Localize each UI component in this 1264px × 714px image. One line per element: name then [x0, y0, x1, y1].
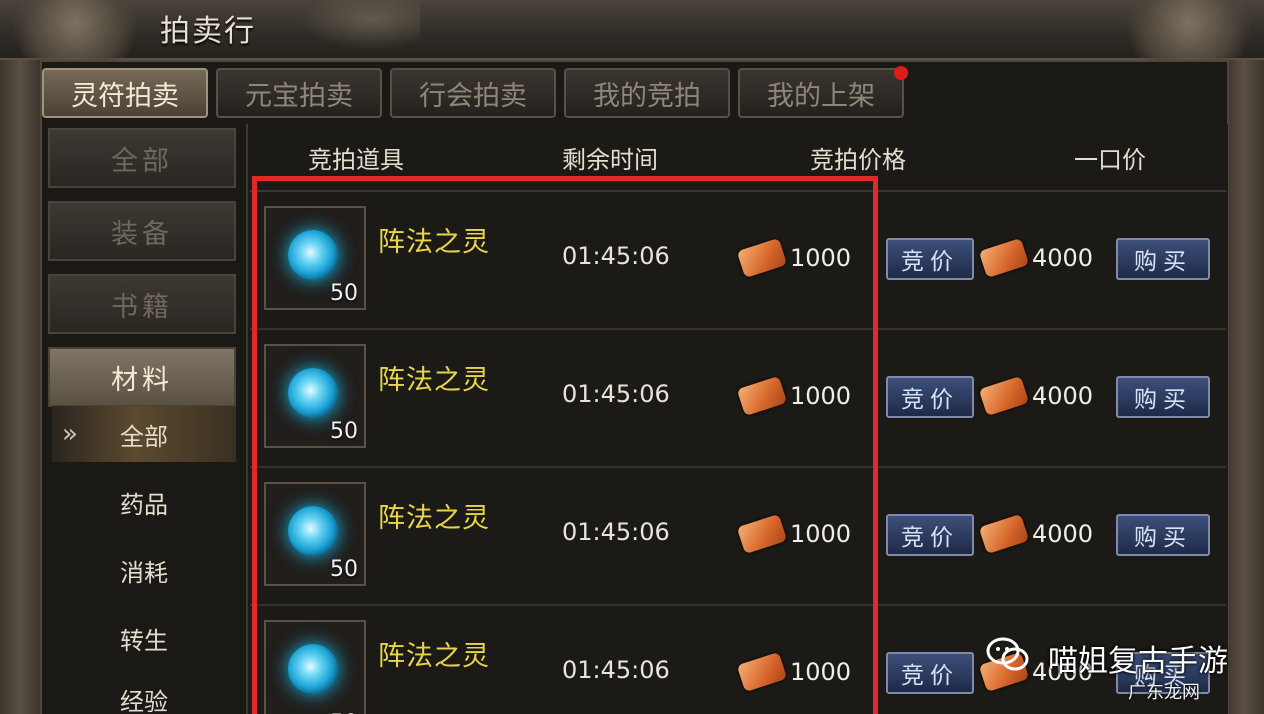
window-title: 拍卖行: [160, 14, 256, 49]
wechat-icon: [986, 637, 1029, 671]
watermark-subtext: 广东龙网: [1128, 682, 1200, 703]
notification-dot: [894, 66, 908, 80]
tab-my-listings[interactable]: 我的上架: [738, 66, 908, 118]
buy-button[interactable]: 购买: [1116, 376, 1210, 418]
subcategory-label: 经验: [120, 688, 168, 714]
bid-button[interactable]: 竞价: [886, 652, 974, 694]
buyout-price: 4000: [1032, 382, 1094, 410]
category-equipment[interactable]: 装备: [48, 201, 236, 261]
tab-my-bids[interactable]: 我的竞拍: [564, 68, 730, 118]
category-label: 装备: [111, 218, 173, 250]
tab-yuanbao-auction[interactable]: 元宝拍卖: [216, 68, 382, 118]
tab-label: 灵符拍卖: [71, 80, 179, 112]
column-header-time: 剩余时间: [562, 146, 658, 174]
bid-button[interactable]: 竞价: [886, 376, 974, 418]
frame-border-right: [1224, 60, 1264, 714]
tab-label: 我的上架: [767, 80, 875, 112]
subcategory-experience[interactable]: 经验: [52, 672, 236, 714]
column-header-bid: 竞拍价格: [810, 146, 906, 174]
category-label: 全部: [111, 145, 173, 177]
lingfu-currency-icon: [978, 375, 1030, 417]
dragon-ornament-right: [1114, 0, 1264, 60]
tab-label: 我的竞拍: [593, 80, 701, 112]
subcategory-label: 全部: [120, 422, 168, 451]
category-label: 书籍: [111, 291, 173, 323]
bid-button[interactable]: 竞价: [886, 514, 974, 556]
tab-guild-auction[interactable]: 行会拍卖: [390, 68, 556, 118]
lingfu-currency-icon: [978, 513, 1030, 555]
subcategory-all[interactable]: » 全部: [52, 406, 236, 462]
subcategory-consumables[interactable]: 消耗: [52, 542, 236, 598]
column-header-item: 竞拍道具: [308, 146, 404, 174]
watermark-text: 喵姐复古手游: [1048, 644, 1228, 679]
frame-border-left: [0, 60, 40, 714]
subcategory-label: 转生: [120, 626, 168, 655]
tab-label: 元宝拍卖: [245, 80, 353, 112]
category-materials[interactable]: 材料: [48, 347, 236, 407]
buyout-price: 4000: [1032, 520, 1094, 548]
buyout-price: 4000: [1032, 244, 1094, 272]
title-ornament: [300, 0, 420, 50]
dragon-ornament-left: [0, 0, 150, 60]
category-label: 材料: [111, 364, 173, 396]
category-list: 全部 装备 书籍 材料: [48, 128, 236, 420]
subcategory-label: 消耗: [120, 558, 168, 587]
tab-bar: 灵符拍卖 元宝拍卖 行会拍卖 我的竞拍 我的上架: [42, 66, 908, 118]
subcategory-label: 药品: [120, 490, 168, 519]
column-header-buyout: 一口价: [1074, 146, 1146, 174]
auction-window: 拍卖行 灵符拍卖 元宝拍卖 行会拍卖 我的竞拍 我的上架 全部 装备 书籍 材料…: [0, 0, 1264, 714]
double-chevron-right-icon: »: [62, 419, 78, 449]
subcategory-medicine[interactable]: 药品: [52, 474, 236, 530]
tab-label: 行会拍卖: [419, 80, 527, 112]
subcategory-rebirth[interactable]: 转生: [52, 610, 236, 666]
red-highlight-box: [252, 176, 878, 714]
category-all[interactable]: 全部: [48, 128, 236, 188]
buy-button[interactable]: 购买: [1116, 514, 1210, 556]
category-books[interactable]: 书籍: [48, 274, 236, 334]
bid-button[interactable]: 竞价: [886, 238, 974, 280]
buy-button[interactable]: 购买: [1116, 238, 1210, 280]
lingfu-currency-icon: [978, 237, 1030, 279]
tab-lingfu-auction[interactable]: 灵符拍卖: [42, 68, 208, 118]
